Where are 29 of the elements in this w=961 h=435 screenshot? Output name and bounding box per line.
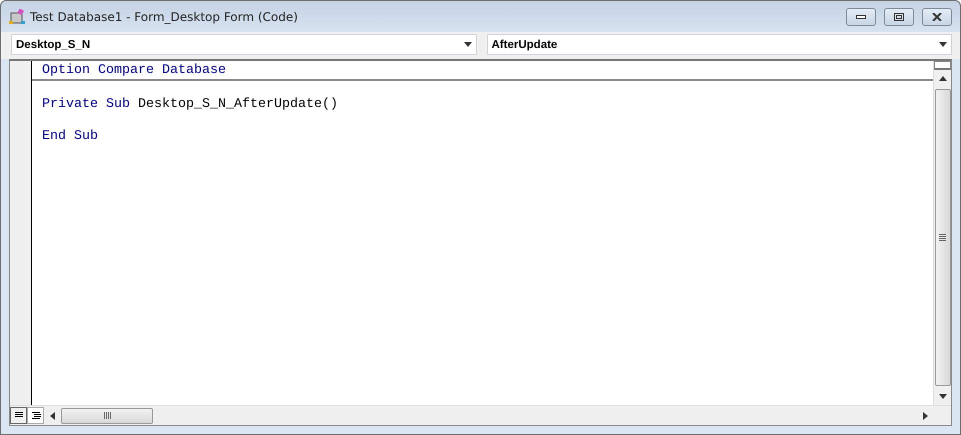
module-view-button[interactable] — [27, 407, 44, 424]
lines-icon — [14, 411, 24, 420]
scroll-thumb[interactable] — [61, 408, 153, 424]
grip-icon — [104, 412, 110, 419]
split-box[interactable] — [934, 61, 951, 70]
code-line: End Sub — [42, 129, 99, 145]
minimize-icon — [856, 14, 866, 18]
minimize-button[interactable] — [846, 8, 876, 26]
code-line: Option Compare Database — [42, 63, 227, 79]
procedure-dropdown[interactable]: AfterUpdate — [486, 34, 952, 55]
right-triangle-icon — [923, 412, 928, 420]
left-triangle-icon — [50, 412, 55, 420]
code-line: Private Sub Desktop_S_N_AfterUpdate() — [42, 97, 339, 113]
restore-button[interactable] — [884, 8, 914, 26]
restore-icon — [894, 12, 904, 20]
object-dropdown[interactable]: Desktop_S_N — [11, 34, 476, 55]
vertical-scrollbar[interactable] — [933, 61, 951, 405]
up-triangle-icon — [938, 76, 946, 81]
close-button[interactable] — [922, 8, 952, 26]
grip-icon — [939, 234, 946, 241]
window-title: Test Database1 - Form_Desktop Form (Code) — [30, 10, 299, 24]
module-icon — [9, 8, 25, 24]
down-triangle-icon — [464, 42, 472, 47]
down-triangle-icon — [939, 42, 947, 47]
down-triangle-icon — [938, 394, 946, 399]
close-icon — [932, 12, 942, 20]
lines-icon — [30, 411, 40, 420]
procedure-view-button[interactable] — [10, 407, 27, 424]
scroll-thumb[interactable] — [934, 89, 950, 386]
